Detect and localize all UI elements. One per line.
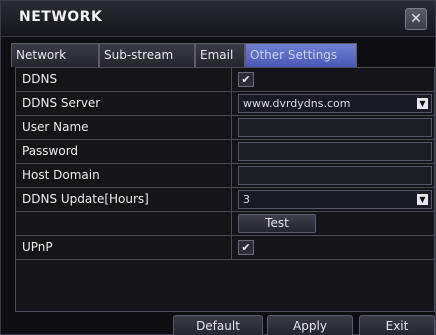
ddns-update-select[interactable]: 3 ▼ (238, 190, 432, 209)
upnp-label: UPnP (16, 236, 232, 259)
tab-other-settings[interactable]: Other Settings (245, 43, 357, 67)
user-name-input[interactable] (238, 118, 432, 137)
tab-email[interactable]: Email (195, 43, 245, 67)
row-host-domain: Host Domain (16, 164, 434, 188)
ddns-update-value: 3 (243, 193, 250, 206)
network-dialog: NETWORK ✕ Network Sub-stream Email Other… (0, 0, 436, 335)
tab-network[interactable]: Network (11, 43, 99, 67)
password-input[interactable] (238, 142, 432, 161)
row-test: Test (16, 212, 434, 236)
default-button[interactable]: Default (173, 315, 263, 335)
check-icon: ✔ (241, 241, 251, 254)
test-row-label (16, 212, 232, 235)
title-bar: NETWORK ✕ (1, 1, 435, 37)
host-domain-label: Host Domain (16, 164, 232, 187)
ddns-checkbox[interactable]: ✔ (238, 72, 254, 87)
row-ddns: DDNS ✔ (16, 68, 434, 92)
ddns-server-select[interactable]: www.dvrdydns.com ▼ (238, 94, 432, 113)
dialog-title: NETWORK (19, 9, 103, 25)
ddns-update-label: DDNS Update[Hours] (16, 188, 232, 211)
row-user-name: User Name (16, 116, 434, 140)
check-icon: ✔ (241, 73, 251, 86)
ddns-server-label: DDNS Server (16, 92, 232, 115)
close-icon: ✕ (410, 11, 422, 27)
tab-bar: Network Sub-stream Email Other Settings (11, 43, 431, 67)
ddns-label: DDNS (16, 68, 232, 91)
chevron-down-icon: ▼ (417, 194, 428, 205)
user-name-label: User Name (16, 116, 232, 139)
apply-button[interactable]: Apply (267, 315, 353, 335)
tab-sub-stream[interactable]: Sub-stream (99, 43, 195, 67)
row-password: Password (16, 140, 434, 164)
settings-panel: DDNS ✔ DDNS Server www.dvrdydns.com ▼ Us… (15, 67, 435, 312)
upnp-checkbox[interactable]: ✔ (238, 240, 254, 255)
row-ddns-update: DDNS Update[Hours] 3 ▼ (16, 188, 434, 212)
chevron-down-icon: ▼ (417, 98, 428, 109)
close-button[interactable]: ✕ (405, 8, 427, 30)
password-label: Password (16, 140, 232, 163)
row-ddns-server: DDNS Server www.dvrdydns.com ▼ (16, 92, 434, 116)
row-upnp: UPnP ✔ (16, 236, 434, 260)
test-button[interactable]: Test (238, 214, 316, 233)
exit-button[interactable]: Exit (359, 315, 435, 335)
ddns-server-value: www.dvrdydns.com (243, 97, 351, 110)
host-domain-input[interactable] (238, 166, 432, 185)
